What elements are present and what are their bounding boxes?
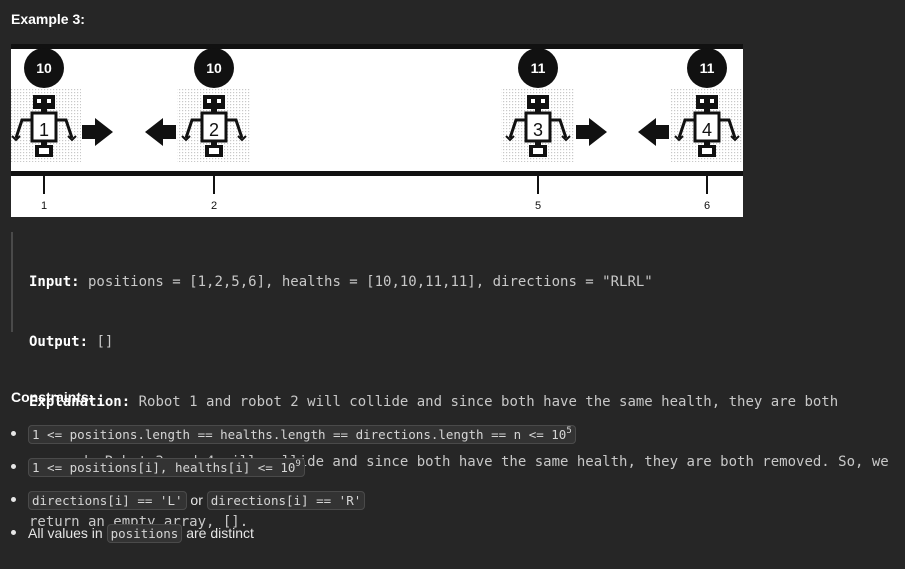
health-value: 10 [36, 60, 52, 76]
output-value: [] [88, 334, 114, 350]
exponent: 9 [295, 459, 301, 469]
constraint-text: are distinct [182, 525, 254, 541]
constraint-text: or [186, 492, 207, 508]
position-tick [537, 176, 539, 194]
position-label: 1 [41, 200, 47, 212]
robot-head [696, 95, 718, 109]
position-tick [43, 176, 45, 194]
robot-label: 2 [209, 120, 219, 140]
robot-eye [47, 99, 51, 103]
constraints-list: 1 <= positions.length == healths.length … [11, 422, 576, 554]
robot-eye [531, 99, 535, 103]
robot-base-window [209, 148, 219, 154]
robot-head [203, 95, 225, 109]
constraint-code: directions[i] == 'R' [206, 491, 366, 510]
example-heading: Example 3: [11, 11, 85, 27]
output-label: Output: [29, 334, 89, 350]
constraint-code-text: 1 <= positions.length == healths.length … [32, 427, 567, 442]
position-tick [706, 176, 708, 194]
robot-head [33, 95, 55, 109]
constraint-item: 1 <= positions.length == healths.length … [11, 422, 576, 455]
robot-label: 3 [533, 120, 543, 140]
robot-eye [207, 99, 211, 103]
robot-leg [704, 141, 710, 145]
constraint-item: 1 <= positions[i], healths[i] <= 109 [11, 455, 576, 488]
robot-eye [541, 99, 545, 103]
constraints-heading: Constraints: [11, 389, 94, 405]
robot-leg [211, 141, 217, 145]
robot-collision-illustration: 10 1 1 10 2 2 11 3 5 11 4 6 [11, 44, 743, 217]
constraint-text: All values in [28, 525, 107, 541]
example-explanation: Input: positions = [1,2,5,6], healths = … [11, 232, 891, 530]
position-label: 5 [535, 200, 541, 212]
constraint-item: All values in positions are distinct [11, 521, 576, 554]
constraint-code: positions [106, 524, 183, 543]
arrow-left-icon [638, 118, 669, 146]
robot-eye [37, 99, 41, 103]
position-label: 2 [211, 200, 217, 212]
position-label: 6 [704, 200, 710, 212]
robot-base-window [39, 148, 49, 154]
arrow-left-icon [145, 118, 176, 146]
robot: 10 1 1 [11, 48, 113, 212]
robot-eye [700, 99, 704, 103]
exponent: 5 [566, 426, 572, 436]
constraint-code-text: 1 <= positions[i], healths[i] <= 10 [32, 460, 296, 475]
arrow-right-icon [576, 118, 607, 146]
robot: 10 2 2 [145, 48, 251, 212]
robot-eye [710, 99, 714, 103]
robot: 11 4 6 [638, 48, 743, 212]
health-value: 11 [700, 60, 715, 76]
robot-leg [535, 141, 541, 145]
robot-head [527, 95, 549, 109]
constraint-code: directions[i] == 'L' [28, 491, 187, 510]
robot-base-window [533, 148, 543, 154]
robot-label: 1 [39, 120, 49, 140]
robot-label: 4 [702, 120, 712, 140]
constraint-code: 1 <= positions[i], healths[i] <= 109 [28, 458, 305, 477]
input-label: Input: [29, 274, 80, 290]
robot-leg [41, 141, 47, 145]
robot-base-window [702, 148, 712, 154]
health-value: 10 [206, 60, 222, 76]
robot: 11 3 5 [501, 48, 607, 212]
arrow-right-icon [82, 118, 113, 146]
input-value: positions = [1,2,5,6], healths = [10,10,… [79, 274, 653, 290]
health-value: 11 [531, 60, 546, 76]
robot-eye [217, 99, 221, 103]
constraint-item: directions[i] == 'L' or directions[i] ==… [11, 488, 576, 521]
position-tick [213, 176, 215, 194]
explanation-text-1: Robot 1 and robot 2 will collide and sin… [130, 394, 839, 410]
constraint-code: 1 <= positions.length == healths.length … [28, 425, 576, 444]
